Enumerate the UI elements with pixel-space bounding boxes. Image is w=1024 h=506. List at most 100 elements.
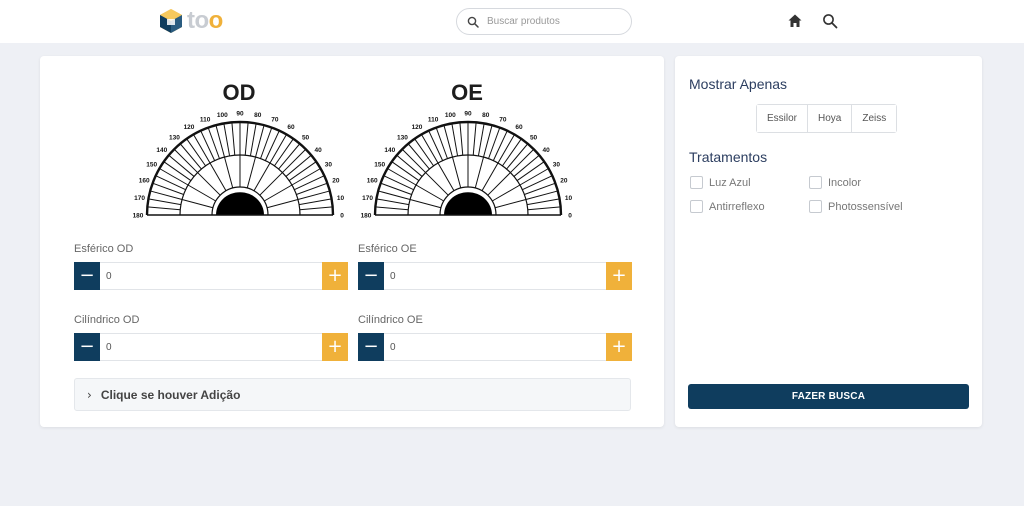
dial-tick xyxy=(253,162,271,192)
cilindrico-oe-input[interactable] xyxy=(384,333,606,361)
esferico-oe-plus-button[interactable]: + xyxy=(606,262,632,290)
cilindrico-od-stepper: − + xyxy=(74,333,348,361)
dial-tick xyxy=(502,138,522,167)
dial-tick xyxy=(223,123,231,156)
dial-tick xyxy=(266,198,299,209)
dial-tick xyxy=(491,184,521,202)
dial-tick xyxy=(375,206,409,211)
checkbox-label: Luz Azul xyxy=(709,176,751,189)
dial-tick-label: 60 xyxy=(287,124,295,131)
dial-tick xyxy=(181,198,214,209)
dial-tick xyxy=(414,138,434,167)
dial-tick xyxy=(288,161,317,181)
dial-tick xyxy=(274,138,294,167)
logo-letter: o xyxy=(208,7,224,34)
dial-tick xyxy=(494,198,527,209)
treatment-luz-azul[interactable]: Luz Azul xyxy=(690,176,751,189)
esferico-oe-stepper: − + xyxy=(358,262,632,290)
home-icon[interactable] xyxy=(787,13,803,29)
dial-tick-label: 160 xyxy=(139,178,150,185)
dial-tick-label: 20 xyxy=(560,178,568,185)
dial-tick xyxy=(481,162,499,192)
dial-tick xyxy=(187,184,217,202)
esferico-oe-input[interactable] xyxy=(384,262,606,290)
oe-title: OE xyxy=(451,80,483,105)
esferico-od-minus-button[interactable]: − xyxy=(74,262,100,290)
cilindrico-oe-minus-button[interactable]: − xyxy=(358,333,384,361)
dial-tick xyxy=(264,130,280,161)
dial-tick xyxy=(299,206,333,211)
esferico-od-input[interactable] xyxy=(100,262,322,290)
dial-center-mark xyxy=(216,192,264,215)
esferico-oe-minus-button[interactable]: − xyxy=(358,262,384,290)
brand-hoya-button[interactable]: Hoya xyxy=(807,105,852,132)
cilindrico-od-plus-button[interactable]: + xyxy=(322,333,348,361)
cilindrico-od-minus-button[interactable]: − xyxy=(74,333,100,361)
addition-accordion[interactable]: › Clique se houver Adição xyxy=(74,378,631,411)
dial-tick xyxy=(477,123,485,156)
top-header: too xyxy=(0,0,1024,43)
dial-tick xyxy=(246,156,257,189)
filters-card: Mostrar Apenas Essilor Hoya Zeiss Tratam… xyxy=(675,56,982,427)
brand-zeiss-button[interactable]: Zeiss xyxy=(851,105,897,132)
dial-tick xyxy=(163,161,192,181)
dial-tick xyxy=(409,198,442,209)
dial-tick xyxy=(451,156,462,189)
logo[interactable]: too xyxy=(158,7,228,35)
dial-tick xyxy=(497,134,515,164)
checkbox[interactable] xyxy=(690,200,703,213)
dial-tick xyxy=(519,168,549,186)
dial-tick-label: 170 xyxy=(362,195,373,202)
dial-tick xyxy=(383,175,414,191)
treatment-incolor[interactable]: Incolor xyxy=(809,176,861,189)
checkbox[interactable] xyxy=(809,200,822,213)
dial-center-mark xyxy=(444,192,492,215)
cilindrico-oe-label: Cilíndrico OE xyxy=(358,314,423,326)
esferico-od-plus-button[interactable]: + xyxy=(322,262,348,290)
cilindrico-od-label: Cilíndrico OD xyxy=(74,314,140,326)
dial-tick-label: 30 xyxy=(553,162,561,169)
dial-tick-label: 120 xyxy=(412,124,423,131)
search-submit-button[interactable]: FAZER BUSCA xyxy=(688,384,969,409)
treatments-title: Tratamentos xyxy=(689,149,768,165)
cilindrico-oe-stepper: − + xyxy=(358,333,632,361)
header-search[interactable] xyxy=(456,8,632,35)
search-input[interactable] xyxy=(487,16,617,27)
dial-tick xyxy=(223,156,234,189)
logo-letter: t xyxy=(187,7,195,34)
dial-tick xyxy=(291,168,321,186)
checkbox[interactable] xyxy=(809,176,822,189)
dial-tick xyxy=(244,122,249,156)
dial-tick-label: 150 xyxy=(146,162,157,169)
logo-text: too xyxy=(187,9,223,33)
dial-tick xyxy=(376,198,409,206)
cilindrico-od-input[interactable] xyxy=(100,333,322,361)
dial-tick xyxy=(193,134,211,164)
dial-tick-label: 120 xyxy=(184,124,195,131)
checkbox[interactable] xyxy=(690,176,703,189)
logo-hexagon-icon xyxy=(160,9,182,33)
accordion-label: Clique se houver Adição xyxy=(100,387,241,402)
cilindrico-oe-plus-button[interactable]: + xyxy=(606,333,632,361)
treatment-photossensivel[interactable]: Photossensível xyxy=(809,200,903,213)
dial-tick xyxy=(299,198,332,206)
dial-tick xyxy=(425,172,449,196)
dial-tick-label: 130 xyxy=(397,134,408,141)
brand-essilor-button[interactable]: Essilor xyxy=(757,105,808,132)
dial-tick xyxy=(527,198,560,206)
treatment-antirreflexo[interactable]: Antirreflexo xyxy=(690,200,765,213)
dial-tick xyxy=(527,206,561,211)
dial-tick xyxy=(269,134,287,164)
od-axis-dial[interactable]: 180170160150140130120110100 90 80706050403… xyxy=(128,111,352,219)
dial-tick xyxy=(387,168,417,186)
dial-tick-label: 90 xyxy=(464,111,472,118)
dial-tick-label: 10 xyxy=(565,195,573,202)
dial-tick xyxy=(522,175,553,191)
oe-axis-dial[interactable]: 180170160150140130120110100 90 80706050403… xyxy=(356,111,580,219)
od-title: OD xyxy=(222,80,256,105)
dial-tick xyxy=(487,172,511,196)
dial-tick-label: 80 xyxy=(482,112,490,119)
dial-tick xyxy=(474,156,485,189)
logo-letter: o xyxy=(194,7,210,34)
search-icon[interactable] xyxy=(822,13,838,29)
